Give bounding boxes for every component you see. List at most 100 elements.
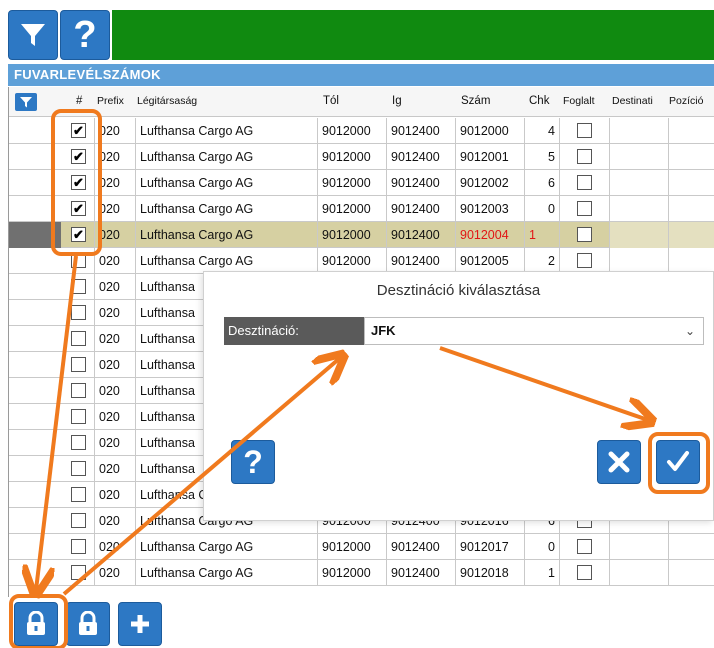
filter-button[interactable]: [8, 10, 58, 60]
table-row[interactable]: ✔ 020 Lufthansa Cargo AG 9012000 9012400 9012…: [9, 170, 714, 196]
cell-prefix: 020: [94, 118, 135, 144]
col-header-position[interactable]: Pozíció: [669, 95, 703, 107]
lock-icon: [79, 611, 97, 635]
cell-airline: Lufthansa Cargo AG: [135, 196, 317, 222]
row-select-checkbox[interactable]: ✔: [71, 201, 86, 216]
row-select-checkbox[interactable]: [71, 253, 86, 268]
dialog-help-label: ?: [243, 444, 263, 480]
cell-prefix: 020: [94, 274, 135, 300]
cell-reserved: [559, 196, 609, 222]
cell-airline: Lufthansa Cargo AG: [135, 560, 317, 586]
reserved-checkbox[interactable]: [577, 565, 592, 580]
cell-number: 9012017: [455, 534, 524, 560]
row-indicator: [9, 352, 61, 378]
table-row[interactable]: ✔ 020 Lufthansa Cargo AG 9012000 9012400 9012…: [9, 144, 714, 170]
lock-button[interactable]: [66, 602, 110, 646]
cell-position: [668, 170, 714, 196]
col-header-to[interactable]: Ig: [392, 95, 402, 107]
reserved-checkbox[interactable]: [577, 227, 592, 242]
cell-prefix: 020: [94, 404, 135, 430]
column-filter-button[interactable]: [15, 93, 37, 111]
col-header-destination[interactable]: Destinati: [612, 95, 653, 107]
destination-dialog: Desztináció kiválasztása Desztináció: JF…: [203, 271, 714, 521]
row-select-checkbox[interactable]: [71, 435, 86, 450]
cell-position: [668, 534, 714, 560]
table-row[interactable]: 020Lufthansa Cargo AG9012000901240090120…: [9, 534, 714, 560]
reserved-checkbox[interactable]: [577, 539, 592, 554]
table-row[interactable]: ✔ 020 Lufthansa Cargo AG 9012000 9012400 9012…: [9, 196, 714, 222]
row-select-checkbox[interactable]: [71, 279, 86, 294]
row-indicator: [9, 456, 61, 482]
cell-prefix: 020: [94, 508, 135, 534]
cell-prefix: 020: [94, 378, 135, 404]
row-select-checkbox[interactable]: [71, 487, 86, 502]
row-select-checkbox[interactable]: [71, 409, 86, 424]
row-select-checkbox[interactable]: [71, 331, 86, 346]
help-button[interactable]: ?: [60, 10, 110, 60]
col-header-prefix[interactable]: Prefix: [97, 95, 124, 107]
cell-destination: [609, 222, 668, 248]
row-select-checkbox[interactable]: ✔: [71, 227, 86, 242]
reserved-checkbox[interactable]: [577, 149, 592, 164]
cell-prefix: 020: [94, 222, 135, 248]
table-row[interactable]: 020Lufthansa Cargo AG9012000901240090120…: [9, 560, 714, 586]
destination-value: JFK: [371, 323, 396, 338]
confirm-button[interactable]: [656, 440, 700, 484]
cell-chk: 5: [524, 144, 559, 170]
row-select-checkbox[interactable]: ✔: [71, 149, 86, 164]
cell-to: 9012400: [386, 144, 455, 170]
col-header-from[interactable]: Tól: [323, 95, 339, 107]
cell-to: 9012400: [386, 118, 455, 144]
dialog-title: Desztináció kiválasztása: [376, 282, 541, 299]
col-header-chk[interactable]: Chk: [529, 95, 549, 107]
row-select-checkbox[interactable]: [71, 461, 86, 476]
table-row[interactable]: ✔ 020 Lufthansa Cargo AG 9012000 9012400 9012…: [9, 118, 714, 144]
row-indicator: [9, 560, 61, 586]
lock-selected-button[interactable]: [14, 602, 58, 646]
cell-airline: Lufthansa Cargo AG: [135, 534, 317, 560]
row-select-checkbox[interactable]: [71, 565, 86, 580]
row-indicator: [9, 300, 61, 326]
col-header-number[interactable]: Szám: [461, 95, 490, 107]
help-label: ?: [73, 14, 97, 56]
row-select-checkbox[interactable]: [71, 305, 86, 320]
row-select-checkbox[interactable]: ✔: [71, 175, 86, 190]
cell-reserved: [559, 170, 609, 196]
row-indicator: [9, 430, 61, 456]
row-select-checkbox[interactable]: [71, 513, 86, 528]
cell-prefix: 020: [94, 534, 135, 560]
row-indicator: [9, 222, 61, 248]
filter-icon: [21, 24, 45, 46]
cell-to: 9012400: [386, 196, 455, 222]
col-header-hash[interactable]: #: [76, 95, 82, 107]
row-select-checkbox[interactable]: [71, 357, 86, 372]
close-icon: [608, 451, 630, 473]
top-toolbar: ?: [8, 10, 714, 62]
row-select-checkbox[interactable]: ✔: [71, 123, 86, 138]
col-header-reserved[interactable]: Foglalt: [563, 95, 595, 107]
reserved-checkbox[interactable]: [577, 253, 592, 268]
row-select-checkbox[interactable]: [71, 383, 86, 398]
dialog-help-button[interactable]: ?: [231, 440, 275, 484]
row-indicator: [9, 482, 61, 508]
reserved-checkbox[interactable]: [577, 201, 592, 216]
table-row[interactable]: ✔ 020 Lufthansa Cargo AG 9012000 9012400 9012…: [9, 222, 714, 248]
cell-number: 9012003: [455, 196, 524, 222]
cell-to: 9012400: [386, 170, 455, 196]
cell-prefix: 020: [94, 560, 135, 586]
cell-airline: Lufthansa Cargo AG: [135, 170, 317, 196]
row-indicator: [9, 196, 61, 222]
row-indicator: [9, 378, 61, 404]
row-select-checkbox[interactable]: [71, 539, 86, 554]
cell-destination: [609, 534, 668, 560]
cell-prefix: 020: [94, 326, 135, 352]
reserved-checkbox[interactable]: [577, 175, 592, 190]
cancel-button[interactable]: [597, 440, 641, 484]
destination-select[interactable]: JFK ⌄: [364, 317, 704, 345]
col-header-airline[interactable]: Légitársaság: [137, 95, 197, 107]
add-button[interactable]: [118, 602, 162, 646]
cell-chk: 0: [524, 534, 559, 560]
cell-from: 9012000: [317, 144, 386, 170]
cell-airline: Lufthansa Cargo AG: [135, 144, 317, 170]
reserved-checkbox[interactable]: [577, 123, 592, 138]
